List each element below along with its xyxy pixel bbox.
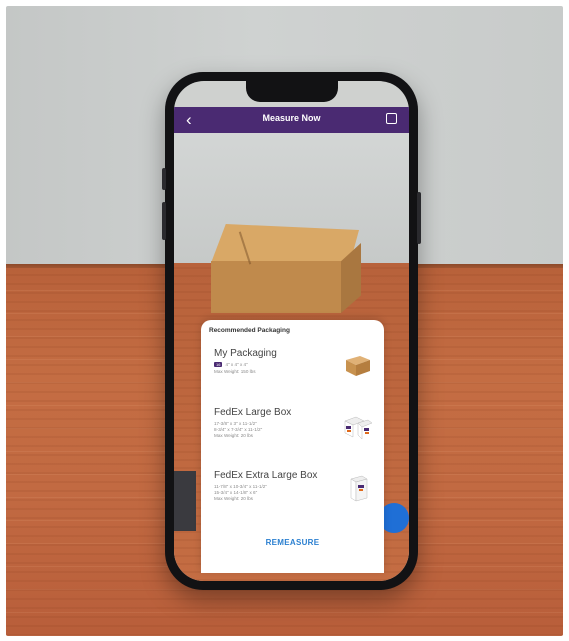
smartphone: ‹ Measure Now Recommended Packaging My P… <box>162 72 421 590</box>
package-option-fedex-extra-large-box[interactable]: FedEx Extra Large Box 11-7/8" x 10-3/4" … <box>201 470 384 530</box>
package-weight: Max Weight: 20 lbs <box>214 433 253 438</box>
remeasure-button[interactable]: REMEASURE <box>201 538 384 547</box>
package-name: FedEx Extra Large Box <box>214 470 318 481</box>
fedex-extra-large-box-icon <box>350 475 368 502</box>
mute-switch <box>162 168 166 190</box>
cardboard-box-front <box>211 261 341 313</box>
package-name: My Packaging <box>214 348 277 359</box>
cardboard-box-icon <box>346 356 370 376</box>
fedex-large-box-icon <box>344 416 373 440</box>
package-weight: Max Weight: 150 lbs <box>214 369 256 374</box>
page-title: Measure Now <box>262 113 321 123</box>
package-dims: 16 4" x 4" x 4" <box>214 362 248 368</box>
package-option-fedex-large-box[interactable]: FedEx Large Box 17-3/8" x 3" x 11-1/2" 8… <box>201 407 384 467</box>
package-dims-text: 4" x 4" x 4" <box>225 362 248 367</box>
package-tag: 16 <box>214 362 223 368</box>
power-button <box>417 192 421 244</box>
share-box-icon[interactable] <box>386 113 397 124</box>
sheet-title: Recommended Packaging <box>209 327 290 334</box>
app-header: ‹ Measure Now <box>174 107 409 133</box>
notch <box>246 81 338 102</box>
camera-view-object <box>174 471 196 531</box>
phone-screen: ‹ Measure Now Recommended Packaging My P… <box>174 81 409 581</box>
package-option-my-packaging[interactable]: My Packaging 16 4" x 4" x 4" Max Weight: … <box>201 348 384 408</box>
recommended-packaging-sheet: Recommended Packaging My Packaging 16 4" … <box>201 320 384 573</box>
package-weight: Max Weight: 20 lbs <box>214 496 253 501</box>
volume-up-button <box>162 202 166 240</box>
package-name: FedEx Large Box <box>214 407 292 418</box>
